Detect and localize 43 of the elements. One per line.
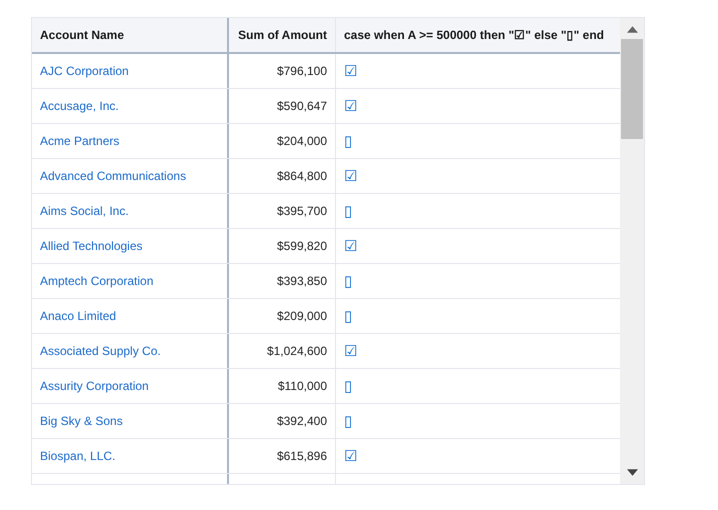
amount-text: $615,896 xyxy=(276,449,327,463)
scroll-down-icon[interactable] xyxy=(626,469,638,476)
account-link[interactable]: Amptech Corporation xyxy=(40,274,154,288)
amount-text: $796,100 xyxy=(276,64,327,78)
scrollbar-thumb[interactable] xyxy=(621,39,644,139)
column-header[interactable]: Account Name xyxy=(32,18,229,52)
account-link[interactable]: Anaco Limited xyxy=(40,309,116,323)
column-header[interactable]: Sum of Amount xyxy=(229,18,336,52)
account-link[interactable]: Aims Social, Inc. xyxy=(40,204,129,218)
account-link[interactable]: Advanced Communications xyxy=(40,169,186,183)
flag-text: ▯ xyxy=(344,274,352,288)
account-link[interactable]: AJC Corporation xyxy=(40,64,129,78)
scrollbar[interactable] xyxy=(620,18,644,484)
amount-text: $1,024,600 xyxy=(266,344,327,358)
column-header[interactable]: case when A >= 500000 then "☑" else "▯" end xyxy=(336,18,620,52)
amount-text: $392,400 xyxy=(276,414,327,428)
flag-text: ☑ xyxy=(344,64,358,78)
account-link[interactable]: Associated Supply Co. xyxy=(40,344,161,358)
amount-text: $204,000 xyxy=(276,134,327,148)
flag-text: ☑ xyxy=(344,238,358,254)
account-link[interactable]: Allied Technologies xyxy=(40,239,143,253)
flag-text: ▯ xyxy=(344,204,352,218)
amount-text: $110,000 xyxy=(278,379,327,393)
account-link[interactable]: Assurity Corporation xyxy=(40,379,149,393)
account-link[interactable]: Acme Partners xyxy=(40,134,120,148)
account-link[interactable]: Biospan, LLC. xyxy=(40,449,116,463)
amount-text: $395,700 xyxy=(276,204,327,218)
scroll-up-icon[interactable] xyxy=(626,26,638,33)
flag-text: ☑ xyxy=(344,168,358,184)
account-link[interactable]: Big Sky & Sons xyxy=(40,414,123,428)
amount-text: $590,647 xyxy=(276,99,327,113)
amount-text: $864,800 xyxy=(276,169,327,183)
flag-text: ▯ xyxy=(344,308,352,324)
amount-text: $599,820 xyxy=(276,239,327,253)
flag-text: ▯ xyxy=(344,414,352,428)
amount-text: $393,850 xyxy=(276,274,327,288)
flag-text: ▯ xyxy=(344,134,352,148)
flag-text: ▯ xyxy=(344,378,352,394)
account-link[interactable]: Accusage, Inc. xyxy=(40,99,119,113)
flag-text: ☑ xyxy=(344,98,358,114)
flag-text: ☑ xyxy=(344,344,358,358)
amount-text: $209,000 xyxy=(276,309,327,323)
flag-text: ☑ xyxy=(344,448,358,464)
